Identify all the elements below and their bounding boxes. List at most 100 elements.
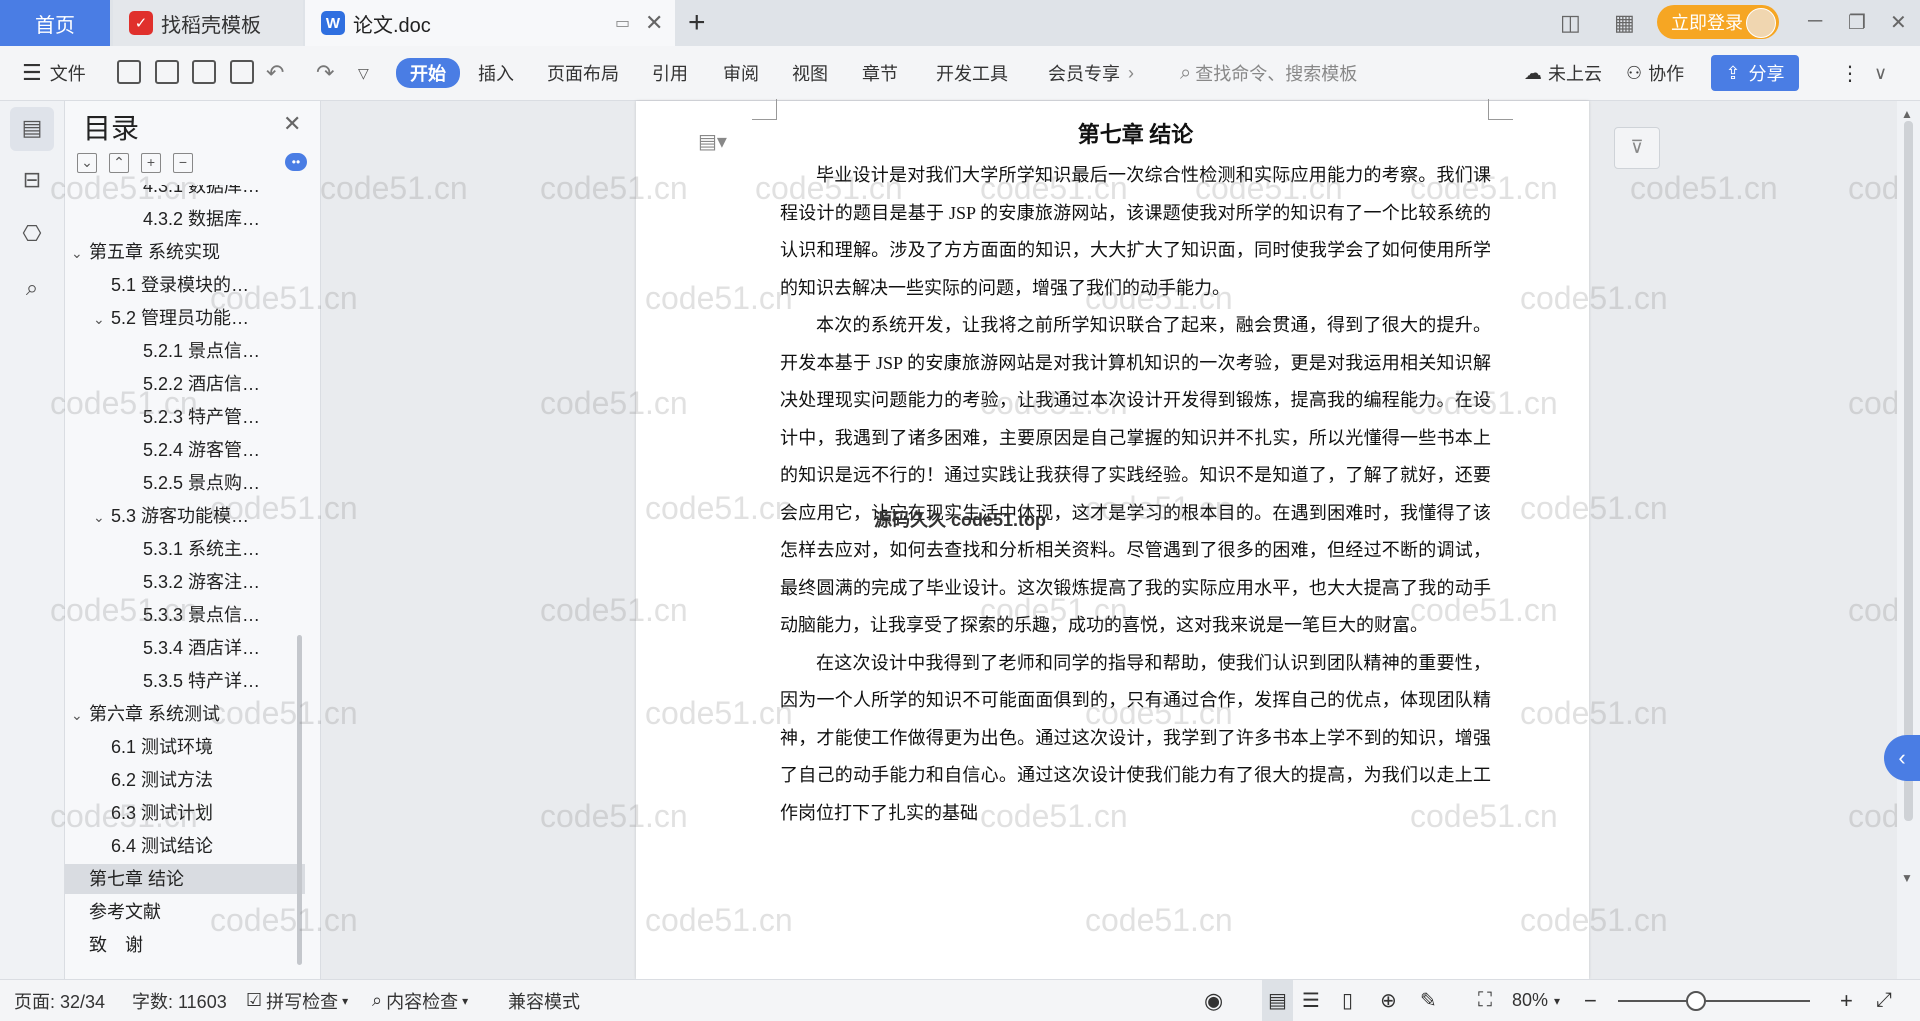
content-check[interactable]: ⌕ 内容检查 ▾ <box>372 980 468 1021</box>
zoom-slider[interactable] <box>1618 1000 1810 1002</box>
tab-start-label: 开始 <box>410 64 446 84</box>
grid-icon[interactable]: ▦ <box>1614 10 1635 36</box>
toc-item[interactable]: 5.3.2 游客注… <box>65 567 305 597</box>
toc-item[interactable]: 4.3.2 数据库… <box>65 204 305 234</box>
spell-check[interactable]: ☑ 拼写检查 ▾ <box>246 980 348 1021</box>
eye-icon[interactable]: ◉ <box>1204 980 1223 1021</box>
expand-all-icon[interactable]: ⌃ <box>109 153 129 173</box>
tab-view[interactable]: 视图 <box>792 46 828 100</box>
outline-view-icon[interactable]: ☰ <box>1302 980 1320 1021</box>
print-icon[interactable] <box>192 60 216 84</box>
tab-home[interactable]: 首页 <box>0 0 110 46</box>
export-icon[interactable] <box>155 60 179 84</box>
fit-page-icon[interactable]: ⛶ <box>1478 980 1492 1021</box>
restore-icon[interactable]: ❐ <box>1848 10 1866 35</box>
collapse-ribbon-icon[interactable]: ∨ <box>1874 46 1887 100</box>
pen-icon[interactable]: ✎ <box>1420 980 1437 1021</box>
chevron-down-icon[interactable]: ⌄ <box>93 304 111 334</box>
redo-icon[interactable]: ↷ <box>316 46 334 100</box>
paragraph-icon[interactable]: ▤▾ <box>698 129 727 154</box>
tab-devtools-label: 开发工具 <box>936 64 1008 84</box>
print-preview-icon[interactable] <box>230 60 254 84</box>
command-search[interactable]: ⌕ 查找命令、搜索模板 <box>1180 46 1357 100</box>
chevron-down-icon[interactable]: ⌄ <box>71 238 89 268</box>
tab-document[interactable]: W 论文.doc ▭ ✕ <box>305 0 675 46</box>
save-icon[interactable] <box>117 60 141 84</box>
layout-icon[interactable]: ◫ <box>1560 10 1581 36</box>
tab-template[interactable]: ✓ 找稻壳模板 <box>113 0 303 46</box>
close-tab-icon[interactable]: ✕ <box>645 10 663 36</box>
chevron-down-icon[interactable]: ⌄ <box>71 700 89 730</box>
toc-item[interactable]: 5.3.5 特产详… <box>65 666 305 696</box>
web-view-icon[interactable]: ⊕ <box>1380 980 1397 1021</box>
new-tab-icon[interactable]: + <box>688 6 706 40</box>
tab-review[interactable]: 审阅 <box>723 46 759 100</box>
toc-item[interactable]: 5.2.3 特产管… <box>65 402 305 432</box>
chevron-down-icon[interactable]: ⌄ <box>93 502 111 532</box>
toc-item[interactable]: 5.2.5 景点购… <box>65 468 305 498</box>
tab-insert[interactable]: 插入 <box>478 46 514 100</box>
toc-item[interactable]: 5.1 登录模块的… <box>65 270 305 300</box>
fullscreen-icon[interactable]: ⤢ <box>1876 980 1892 1021</box>
toc-item[interactable]: 6.2 测试方法 <box>65 765 305 795</box>
toc-close-icon[interactable]: ✕ <box>283 111 301 137</box>
filter-icon[interactable]: ⊽ <box>1614 127 1660 169</box>
toc-item[interactable]: 5.3.4 酒店详… <box>65 633 305 663</box>
find-icon[interactable]: ⌕ <box>18 275 46 303</box>
tab-devtools[interactable]: 开发工具 <box>936 46 1008 100</box>
collapse-all-icon[interactable]: ⌄ <box>77 153 97 173</box>
toc-item[interactable]: ⌄ 第六章 系统测试 <box>65 699 305 729</box>
toc-item[interactable]: 5.3.3 景点信… <box>65 600 305 630</box>
chapter-nav-icon[interactable]: ⊟ <box>18 167 46 195</box>
page-count[interactable]: 页面: 32/34 <box>14 980 105 1021</box>
more-icon[interactable]: ⋮ <box>1840 46 1860 100</box>
reading-view-icon[interactable]: ▯ <box>1342 980 1353 1021</box>
toc-scrollbar[interactable] <box>297 635 302 965</box>
zoom-in-icon[interactable]: + <box>1840 980 1853 1021</box>
tab-member[interactable]: 会员专享 › <box>1048 46 1134 100</box>
tab-chapter[interactable]: 章节 <box>862 46 898 100</box>
toc-item[interactable]: ⌄ 第五章 系统实现 <box>65 237 305 267</box>
share-button[interactable]: ⇪ 分享 <box>1711 55 1799 91</box>
toc-item[interactable]: 第七章 结论 <box>65 864 305 894</box>
toc-item[interactable]: 5.2.2 酒店信… <box>65 369 305 399</box>
toc-item[interactable]: 参考文献 <box>65 897 305 927</box>
vertical-scrollbar[interactable]: ▲ ▼ <box>1897 101 1920 979</box>
tab-reference[interactable]: 引用 <box>652 46 688 100</box>
scroll-down-icon[interactable]: ▼ <box>1901 871 1913 885</box>
cloud-status[interactable]: ☁ 未上云 <box>1524 46 1602 100</box>
toc-item[interactable]: 4.3.1 数据库… <box>65 185 305 201</box>
zoom-out-icon[interactable]: − <box>1584 980 1597 1021</box>
page-view-icon[interactable]: ▤ <box>1262 980 1293 1021</box>
document-page[interactable]: ▤▾ 第七章 结论 毕业设计是对我们大学所学知识最后一次综合性检测和实际应用能力… <box>636 99 1589 979</box>
close-window-icon[interactable]: ✕ <box>1890 10 1907 35</box>
file-menu[interactable]: ☰ 文件 <box>22 46 86 100</box>
collab-button[interactable]: ⚇ 协作 <box>1626 46 1684 100</box>
login-button[interactable]: 立即登录 <box>1657 5 1779 39</box>
toc-item[interactable]: 5.2.1 景点信… <box>65 336 305 366</box>
tab-layout[interactable]: 页面布局 <box>547 46 619 100</box>
toc-item[interactable]: ⌄ 5.3 游客功能模… <box>65 501 305 531</box>
toc-item[interactable]: 5.3.1 系统主… <box>65 534 305 564</box>
scroll-up-icon[interactable]: ▲ <box>1901 107 1913 121</box>
zoom-level[interactable]: 80% ▾ <box>1512 980 1560 1021</box>
word-count[interactable]: 字数: 11603 <box>132 980 227 1021</box>
toc-icon[interactable]: ▤ <box>18 115 46 143</box>
add-heading-icon[interactable]: + <box>141 153 161 173</box>
toc-item[interactable]: 6.4 测试结论 <box>65 831 305 861</box>
bookmark-icon[interactable]: ⎔ <box>18 221 46 249</box>
ai-toc-icon[interactable]: •• <box>285 153 307 171</box>
minimize-icon[interactable]: ─ <box>1808 10 1822 33</box>
tab-start[interactable]: 开始 <box>396 58 460 88</box>
toc-item[interactable]: 6.1 测试环境 <box>65 732 305 762</box>
zoom-slider-handle[interactable] <box>1686 991 1706 1011</box>
remove-heading-icon[interactable]: − <box>173 153 193 173</box>
scroll-thumb[interactable] <box>1904 121 1913 821</box>
chevron-down-icon[interactable]: ▽ <box>358 46 369 100</box>
toc-item[interactable]: 6.3 测试计划 <box>65 798 305 828</box>
toc-item[interactable]: 5.2.4 游客管… <box>65 435 305 465</box>
toc-item[interactable]: ⌄ 5.2 管理员功能… <box>65 303 305 333</box>
toc-item[interactable]: 致 谢 <box>65 930 305 960</box>
undo-icon[interactable]: ↶ <box>266 46 284 100</box>
monitor-icon[interactable]: ▭ <box>615 13 630 33</box>
